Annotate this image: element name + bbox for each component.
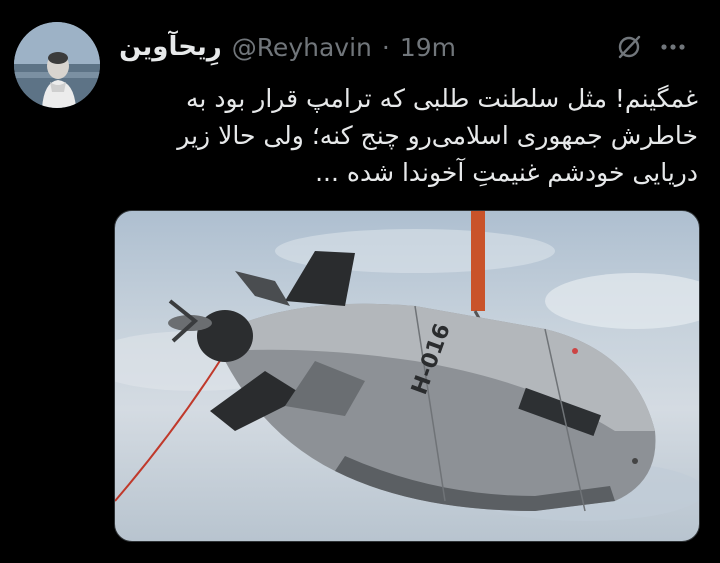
tweet-text: غمگینم! مثل سلطنت طلبی که ترامپ قرار بود…	[177, 84, 698, 187]
separator-dot: ·	[381, 32, 390, 62]
more-dots-icon[interactable]	[656, 30, 690, 64]
tweet-header: رِیحآوین @Reyhavin · 19m	[119, 30, 690, 64]
grok-slash-icon[interactable]	[612, 30, 646, 64]
submarine-drone-photo: H-016	[115, 211, 699, 521]
timestamp[interactable]: 19m	[400, 33, 456, 62]
tweet-image[interactable]: H-016	[114, 210, 700, 542]
avatar-photo	[14, 22, 100, 108]
author-handle[interactable]: @Reyhavin	[232, 33, 372, 62]
avatar[interactable]	[14, 22, 100, 108]
author-name[interactable]: رِیحآوین	[119, 32, 222, 62]
